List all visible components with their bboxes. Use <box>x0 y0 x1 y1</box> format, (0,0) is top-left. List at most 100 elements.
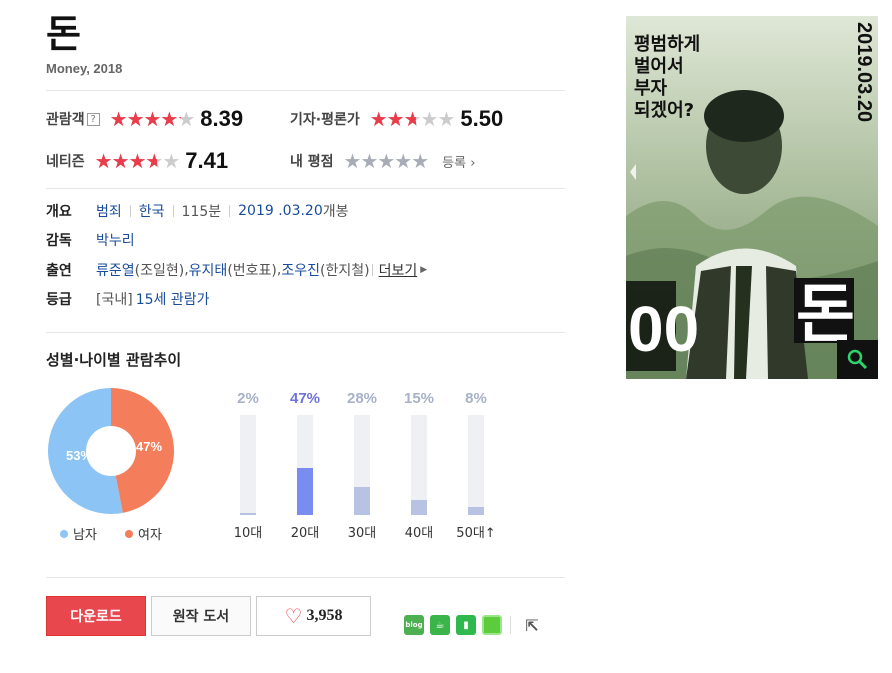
grade-link[interactable]: 15세 관람가 <box>136 289 210 309</box>
divider <box>46 188 565 189</box>
cafe-icon[interactable]: ☕ <box>430 615 450 635</box>
age-label: 20대 <box>290 526 320 541</box>
release-date-link[interactable]: 2019 .03.20 <box>238 203 323 219</box>
like-button[interactable]: ♡ 3,958 <box>256 596 371 636</box>
age-pct-label: 28% <box>346 390 378 407</box>
age-bar-20대: 47% 20대 <box>285 390 325 541</box>
overview-row: 개요 범죄 한국 115분 2019 .03.20 개봉 <box>46 200 349 222</box>
page-subtitle: Money, 2018 <box>46 61 123 76</box>
legend-dot <box>60 529 68 538</box>
age-bar-30대: 28% 30대 <box>342 390 382 541</box>
age-bar-fill <box>297 468 313 515</box>
netizen-stars: ★★★★★★★★★★ <box>94 149 181 173</box>
poster-image: 00 돈 평범하게 벌어서 부자 되겠어? 2019.03.20 <box>626 16 878 379</box>
age-pct-label: 8% <box>465 390 487 407</box>
age-bar-track <box>411 415 427 515</box>
critics-rating: 기자·평론가 ★★★★★★★★★★ 5.50 <box>290 106 504 131</box>
runtime: 115분 <box>181 204 222 220</box>
caret-right-icon: ▶ <box>420 265 428 275</box>
my-rating: 내 평점 ★★★★★ 등록 › <box>290 149 475 173</box>
svg-text:벌어서: 벌어서 <box>634 56 684 77</box>
audience-score: 8.39 <box>200 106 244 131</box>
genre-link[interactable]: 범죄 <box>96 201 122 221</box>
cast-role: (번호표) <box>227 263 277 279</box>
age-pct-label: 47% <box>289 390 321 407</box>
critics-rating-label: 기자·평론가 <box>290 112 360 128</box>
age-bar-track <box>354 415 370 515</box>
chevron-right-icon: › <box>470 155 476 171</box>
netizen-rating: 네티즌 ★★★★★★★★★★ 7.41 <box>46 148 229 173</box>
release-suffix: 개봉 <box>322 204 349 220</box>
poster-date: 2019.03.20 <box>853 22 875 122</box>
age-bar-fill <box>411 500 427 515</box>
age-bar-10대: 2% 10대 <box>228 390 268 541</box>
age-bar-fill <box>468 507 484 515</box>
heart-icon: ♡ <box>284 604 303 628</box>
trend-title: 성별·나이별 관람추이 <box>46 351 182 369</box>
divider <box>46 577 565 578</box>
age-bar-fill <box>354 487 370 515</box>
overview-label: 개요 <box>46 204 72 220</box>
grade-prefix: [국내] <box>96 292 133 308</box>
country-link[interactable]: 한국 <box>139 201 165 221</box>
zoom-icon[interactable] <box>837 340 878 379</box>
memo-icon[interactable] <box>482 615 502 635</box>
female-pct-label: 47% <box>136 439 162 454</box>
audience-rating: 관람객 ? ★★★★★★★★★★ 8.39 <box>46 106 244 131</box>
age-bar-40대: 15% 40대 <box>399 390 439 541</box>
cast-row: 출연 류준열 (조일현), 유지태 (번호표), 조우진 (한지철) 더보기 ▶ <box>46 260 428 280</box>
divider <box>510 616 511 634</box>
blog-icon[interactable]: blog <box>404 615 424 635</box>
age-pct-label: 15% <box>403 390 435 407</box>
svg-text:평범하게: 평범하게 <box>634 34 700 55</box>
age-bar-fill <box>240 513 256 515</box>
male-pct-label: 53% <box>66 448 92 463</box>
director-row: 감독 박누리 <box>46 229 135 251</box>
legend-dot <box>125 529 133 538</box>
legend-male: 남자 <box>60 524 97 543</box>
register-rating-link[interactable]: 등록 › <box>442 152 475 171</box>
age-label: 10대 <box>233 526 263 541</box>
age-label: 50대↑ <box>456 526 496 541</box>
netizen-rating-label: 네티즌 <box>46 154 85 170</box>
grade-row: 등급 [국내] 15세 관람가 <box>46 288 209 310</box>
grade-label: 등급 <box>46 292 72 308</box>
poster-number: 00 <box>628 293 699 365</box>
cast-link[interactable]: 유지태 <box>189 260 228 280</box>
age-bar-track <box>240 415 256 515</box>
cast-label: 출연 <box>46 263 72 279</box>
cast-link[interactable]: 류준열 <box>96 260 135 280</box>
my-rating-stars[interactable]: ★★★★★ <box>344 150 430 172</box>
age-label: 40대 <box>404 526 434 541</box>
audience-stars: ★★★★★★★★★★ <box>109 107 196 131</box>
divider <box>46 90 565 91</box>
download-button[interactable]: 다운로드 <box>46 596 146 636</box>
netizen-score: 7.41 <box>185 148 229 173</box>
director-label: 감독 <box>46 233 72 249</box>
share-icon[interactable]: ⇱ <box>522 615 542 635</box>
critics-score: 5.50 <box>460 106 504 131</box>
age-pct-label: 2% <box>237 390 259 407</box>
legend-female: 여자 <box>125 524 162 543</box>
director-link[interactable]: 박누리 <box>96 230 135 250</box>
age-label: 30대 <box>347 526 377 541</box>
critics-stars: ★★★★★★★★★★ <box>369 107 456 131</box>
age-bar-50대: 8% 50대↑ <box>456 390 496 541</box>
original-book-button[interactable]: 원작 도서 <box>151 596 251 636</box>
cast-role: (한지철) <box>319 263 370 279</box>
svg-text:되겠어?: 되겠어? <box>634 100 694 121</box>
help-icon[interactable]: ? <box>86 112 100 126</box>
my-rating-label: 내 평점 <box>290 154 334 170</box>
like-count: 3,958 <box>306 607 343 624</box>
legend-male-label: 남자 <box>73 528 97 543</box>
more-cast-link[interactable]: 더보기 <box>379 260 418 280</box>
divider <box>46 332 565 333</box>
cast-link[interactable]: 조우진 <box>281 260 320 280</box>
age-bar-track <box>297 415 313 515</box>
bookmark-icon[interactable]: ▮ <box>456 615 476 635</box>
gender-donut: 53% 47% <box>48 388 174 514</box>
svg-text:부자: 부자 <box>634 78 668 99</box>
age-bar-track <box>468 415 484 515</box>
legend-female-label: 여자 <box>138 528 162 543</box>
movie-poster[interactable]: 00 돈 평범하게 벌어서 부자 되겠어? 2019.03.20 <box>626 16 878 379</box>
